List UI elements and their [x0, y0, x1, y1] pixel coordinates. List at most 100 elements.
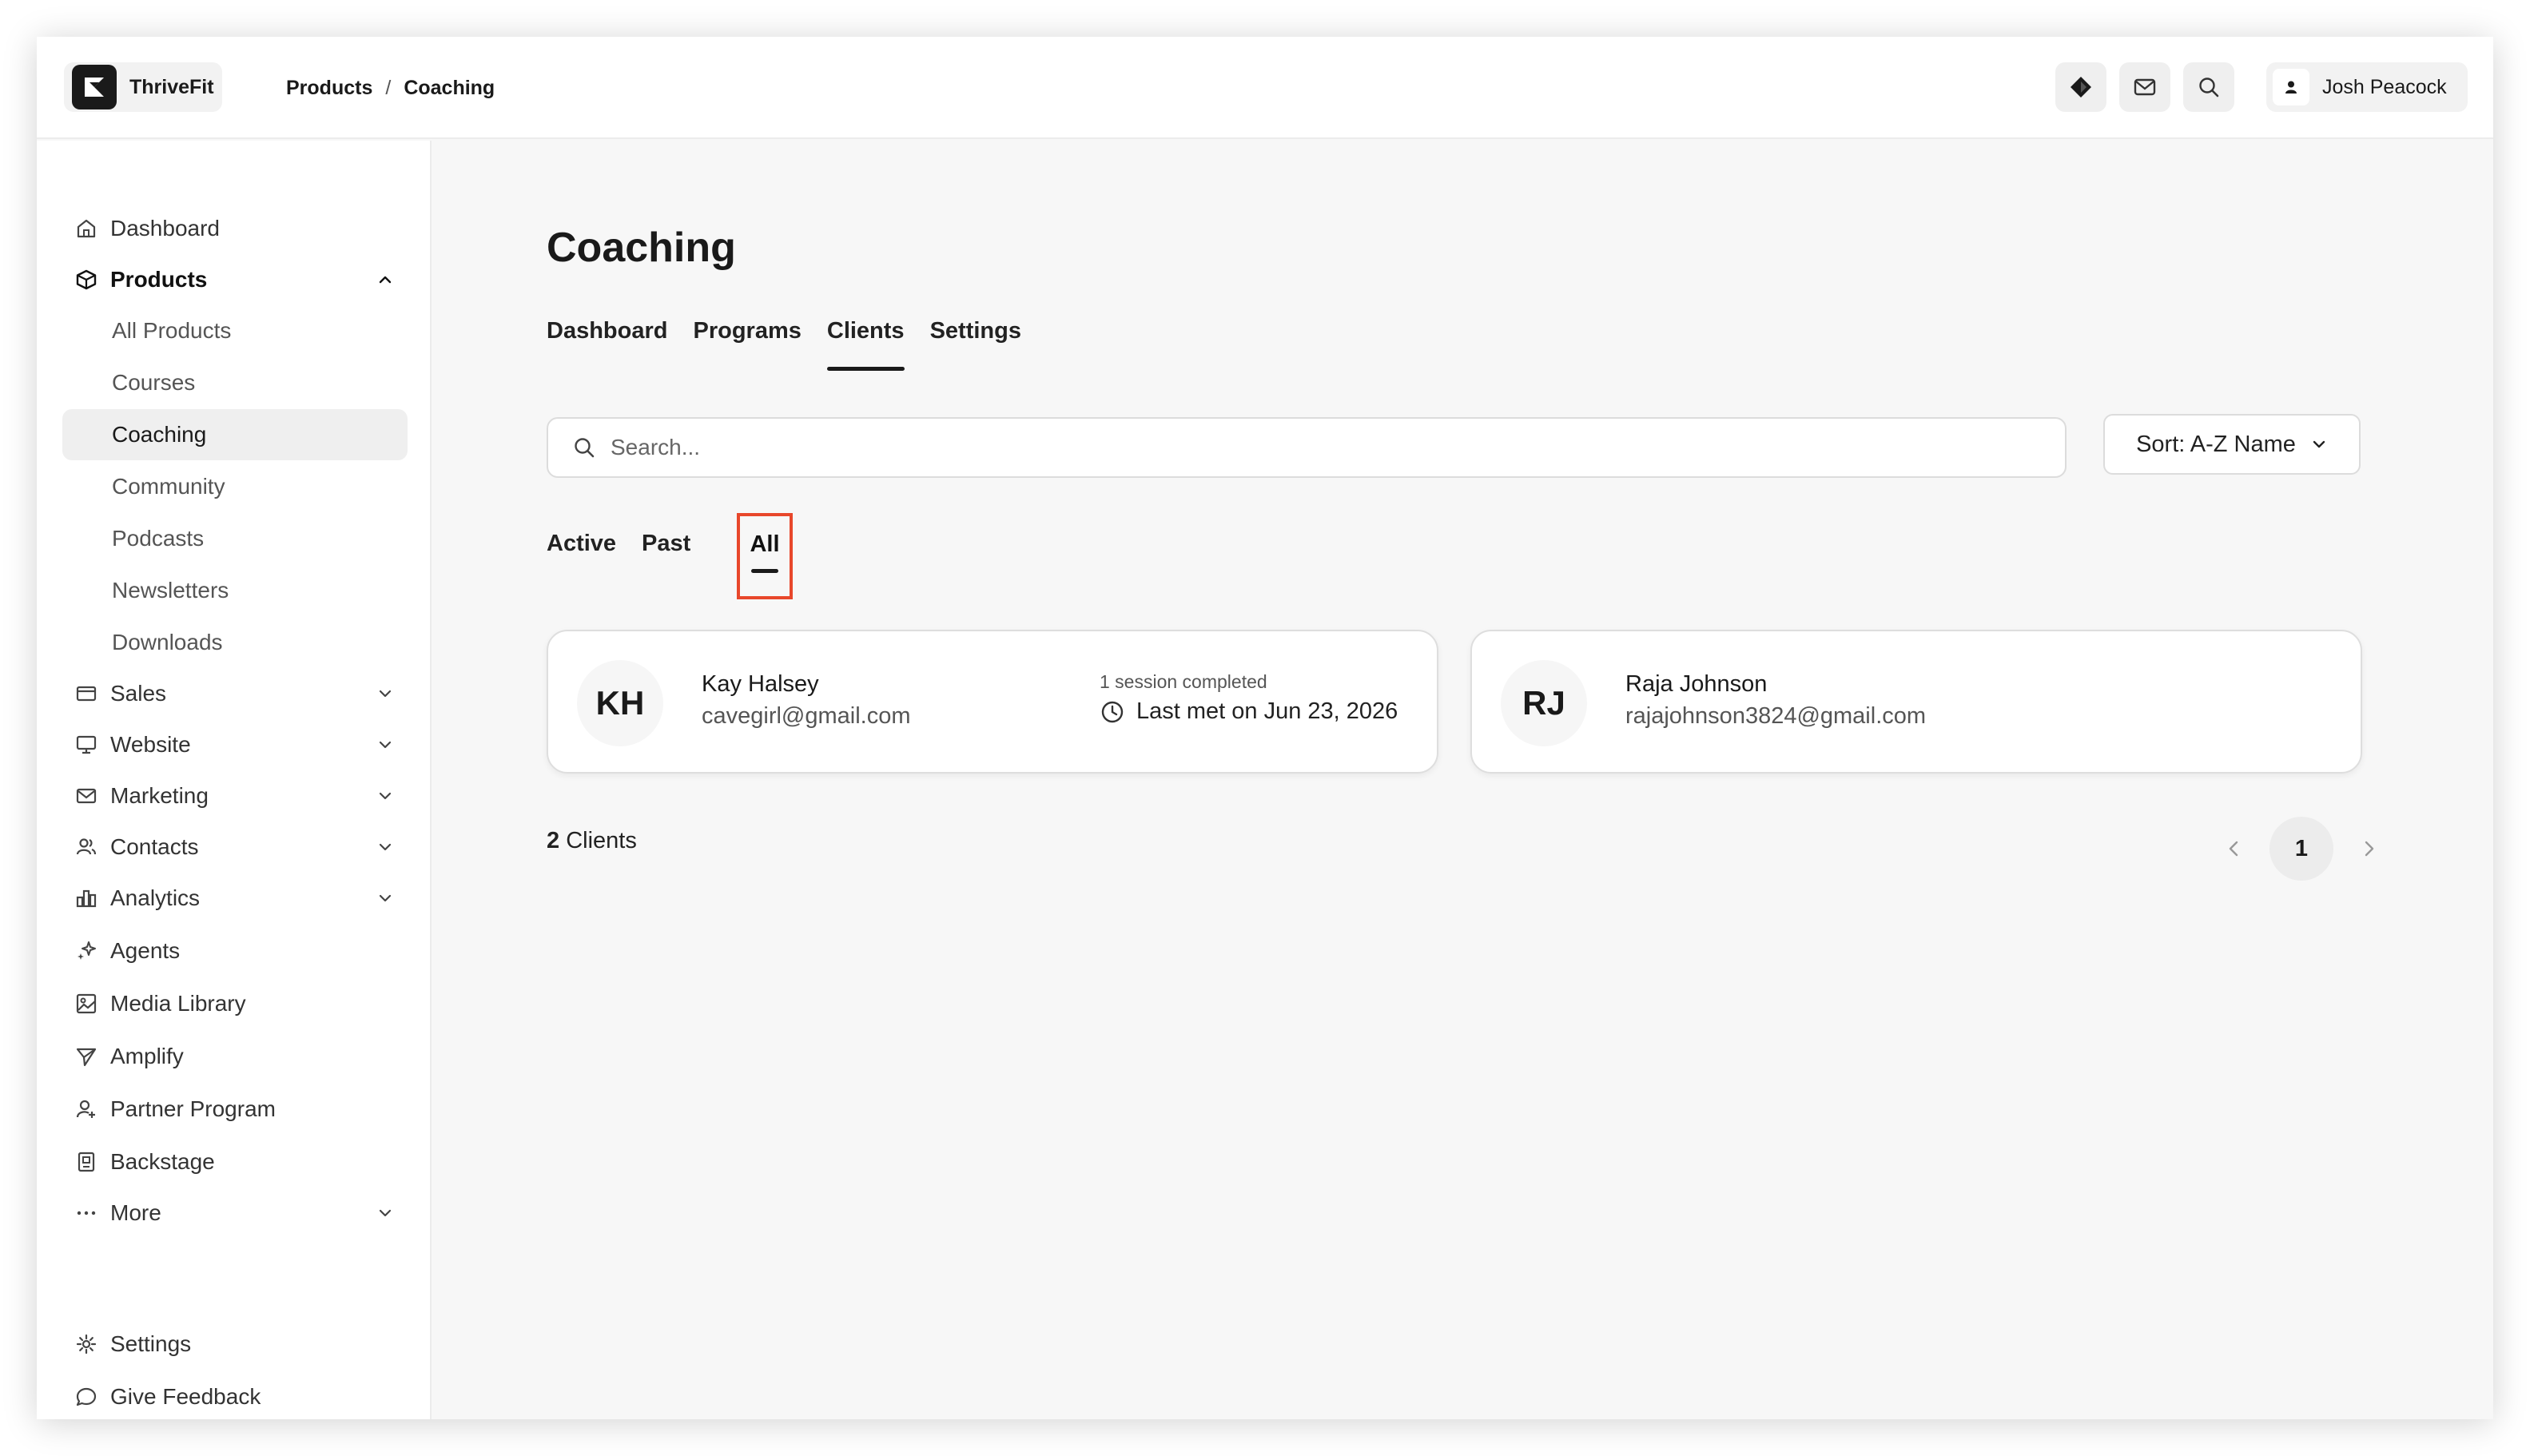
send-icon — [74, 1044, 99, 1069]
card-icon — [74, 681, 99, 706]
filter-all[interactable]: All — [737, 513, 793, 599]
sidebar-item-agents[interactable]: Agents — [62, 925, 408, 977]
sort-dropdown[interactable]: Sort: A-Z Name — [2103, 414, 2361, 475]
breadcrumb: Products / Coaching — [286, 74, 495, 102]
chevron-up-icon — [374, 269, 396, 291]
brand-name: ThriveFit — [129, 75, 214, 98]
tab-dashboard[interactable]: Dashboard — [547, 315, 667, 371]
chevron-down-icon — [2310, 436, 2328, 453]
sidebar-item-marketing[interactable]: Marketing — [62, 770, 408, 821]
main-content: Coaching Dashboard Programs Clients Sett… — [433, 141, 2493, 1419]
sidebar-item-label: Give Feedback — [110, 1384, 261, 1409]
image-icon — [74, 991, 99, 1016]
breadcrumb-separator: / — [385, 76, 392, 99]
sidebar-item-dashboard[interactable]: Dashboard — [62, 203, 408, 254]
mail-icon — [2134, 78, 2156, 96]
diamond-icon — [2071, 77, 2091, 97]
next-page-button[interactable] — [2345, 825, 2393, 873]
client-card[interactable]: RJ Raja Johnson rajajohnson3824@gmail.co… — [1470, 630, 2362, 774]
sidebar-item-media-library[interactable]: Media Library — [62, 978, 408, 1029]
more-icon — [74, 1200, 99, 1226]
search-icon — [575, 438, 595, 458]
client-filters: Active Past — [547, 527, 716, 575]
client-count-number: 2 — [547, 828, 560, 853]
chevron-down-icon — [374, 734, 396, 756]
sidebar-item-label: Contacts — [110, 834, 199, 859]
sidebar-item-partner-program[interactable]: Partner Program — [62, 1084, 408, 1135]
client-email: rajajohnson3824@gmail.com — [1625, 703, 1927, 729]
client-count: 2 Clients — [547, 828, 637, 854]
sidebar-subitem-community[interactable]: Community — [62, 461, 408, 512]
sidebar-item-label: Website — [110, 732, 191, 757]
user-icon — [2285, 81, 2297, 93]
sidebar-item-label: More — [110, 1200, 161, 1225]
sparkle-icon — [74, 938, 99, 964]
tab-programs[interactable]: Programs — [693, 315, 801, 371]
filter-active-indicator — [751, 569, 778, 573]
gear-icon — [74, 1331, 99, 1357]
sidebar-item-products[interactable]: Products — [62, 254, 408, 305]
search-box[interactable] — [547, 417, 2067, 478]
sidebar-item-amplify[interactable]: Amplify — [62, 1031, 408, 1082]
chevron-down-icon — [374, 1202, 396, 1224]
sidebar-item-label: Dashboard — [110, 216, 220, 241]
sidebar-item-settings[interactable]: Settings — [62, 1319, 408, 1370]
brand-logo-icon — [72, 65, 117, 109]
user-menu[interactable]: Josh Peacock — [2266, 62, 2468, 112]
tab-settings[interactable]: Settings — [930, 315, 1021, 371]
breadcrumb-coaching[interactable]: Coaching — [404, 77, 495, 100]
badge-icon — [74, 1149, 99, 1175]
client-name: Kay Halsey — [702, 671, 819, 697]
prev-page-button[interactable] — [2210, 825, 2258, 873]
sidebar-item-give-feedback[interactable]: Give Feedback — [62, 1371, 408, 1419]
sidebar-item-label: Settings — [110, 1331, 192, 1356]
app-window: ThriveFit Products / Coaching Josh Peaco… — [37, 37, 2493, 1419]
sidebar-subitem-podcasts[interactable]: Podcasts — [62, 513, 408, 564]
sidebar-item-label: Media Library — [110, 991, 246, 1016]
client-email: cavegirl@gmail.com — [702, 703, 911, 729]
sidebar-item-website[interactable]: Website — [62, 719, 408, 770]
sidebar-item-backstage[interactable]: Backstage — [62, 1136, 408, 1187]
sidebar-subitem-newsletters[interactable]: Newsletters — [62, 565, 408, 616]
page-number-button[interactable]: 1 — [2269, 817, 2333, 881]
inbox-button[interactable] — [2119, 62, 2170, 112]
sidebar-subitem-courses[interactable]: Courses — [62, 357, 408, 408]
sidebar-item-label: Backstage — [110, 1149, 215, 1174]
client-card[interactable]: KH Kay Halsey cavegirl@gmail.com 1 sessi… — [547, 630, 1438, 774]
filter-active[interactable]: Active — [547, 527, 616, 559]
sidebar-subitem-coaching[interactable]: Coaching — [62, 409, 408, 460]
avatar: KH — [577, 660, 663, 746]
user-name: Josh Peacock — [2322, 75, 2447, 98]
sidebar: Dashboard Products All Products Courses … — [37, 141, 432, 1419]
search-button[interactable] — [2183, 62, 2234, 112]
chevron-down-icon — [374, 836, 396, 858]
sidebar-item-sales[interactable]: Sales — [62, 668, 408, 719]
monitor-icon — [74, 732, 99, 758]
chevron-left-icon — [2229, 841, 2238, 857]
sidebar-item-label: Agents — [110, 938, 181, 963]
sidebar-item-more[interactable]: More — [62, 1187, 408, 1239]
sidebar-subitem-downloads[interactable]: Downloads — [62, 617, 408, 668]
sidebar-item-label: Sales — [110, 681, 167, 706]
tab-clients[interactable]: Clients — [826, 315, 905, 371]
filter-all-label: All — [750, 531, 780, 557]
chevron-right-icon — [2365, 841, 2374, 857]
chevron-down-icon — [374, 785, 396, 807]
tab-bar: Dashboard Programs Clients Settings — [547, 315, 1047, 371]
sidebar-item-label: Amplify — [110, 1044, 184, 1068]
sidebar-subitem-all-products[interactable]: All Products — [62, 305, 408, 356]
search-icon — [2199, 78, 2219, 97]
sidebar-item-label: Products — [110, 267, 208, 292]
filter-past[interactable]: Past — [642, 527, 690, 559]
pagination: 1 — [2210, 817, 2393, 881]
breadcrumb-products[interactable]: Products — [286, 77, 372, 100]
sidebar-item-analytics[interactable]: Analytics — [62, 873, 408, 924]
brand-switcher[interactable]: ThriveFit — [64, 62, 222, 112]
clock-icon — [1100, 699, 1125, 725]
sidebar-item-label: Analytics — [110, 885, 201, 910]
search-input[interactable] — [611, 435, 2033, 460]
chevron-down-icon — [374, 682, 396, 705]
sidebar-item-contacts[interactable]: Contacts — [62, 821, 408, 873]
sidebar-item-label: Marketing — [110, 783, 209, 808]
diamond-button[interactable] — [2055, 62, 2106, 112]
